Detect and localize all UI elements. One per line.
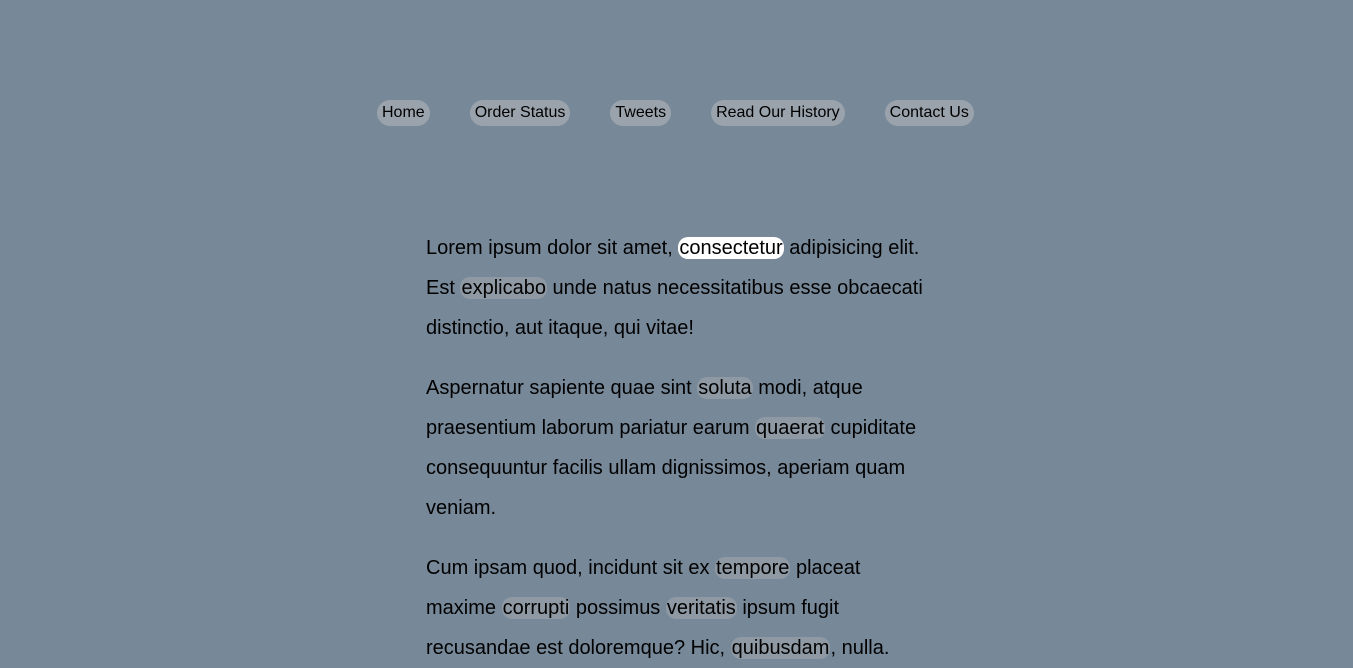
inline-link-quaerat[interactable]: quaerat	[755, 417, 825, 439]
paragraph-text: possimus	[570, 597, 666, 619]
nav-link-read-our-history[interactable]: Read Our History	[711, 100, 845, 126]
inline-link-veritatis[interactable]: veritatis	[665, 597, 737, 619]
paragraph: Cum ipsam quod, incidunt sit ex tempore …	[426, 548, 936, 668]
inline-link-tempore[interactable]: tempore	[715, 557, 791, 579]
main-content: Lorem ipsum dolor sit amet, consectetur …	[426, 228, 936, 668]
nav-link-tweets[interactable]: Tweets	[610, 100, 672, 126]
main-nav: Home Order Status Tweets Read Our Histor…	[377, 100, 974, 126]
nav-link-home[interactable]: Home	[377, 100, 430, 126]
paragraph-text: Lorem ipsum dolor sit amet,	[426, 237, 679, 259]
nav-link-order-status[interactable]: Order Status	[469, 100, 571, 126]
page: Home Order Status Tweets Read Our Histor…	[0, 0, 1353, 668]
paragraph-text: , nulla.	[830, 637, 890, 659]
inline-link-consectetur[interactable]: consectetur	[678, 237, 784, 259]
paragraph-text: Aspernatur sapiente quae sint	[426, 377, 698, 399]
nav-link-contact-us[interactable]: Contact Us	[884, 100, 974, 126]
paragraph: Aspernatur sapiente quae sint soluta mod…	[426, 368, 936, 528]
paragraph-text: Cum ipsam quod, incidunt sit ex	[426, 557, 716, 579]
paragraph: Lorem ipsum dolor sit amet, consectetur …	[426, 228, 936, 348]
inline-link-corrupti[interactable]: corrupti	[501, 597, 571, 619]
inline-link-soluta[interactable]: soluta	[697, 377, 753, 399]
inline-link-explicabo[interactable]: explicabo	[460, 277, 547, 299]
inline-link-quibusdam[interactable]: quibusdam	[730, 637, 831, 659]
